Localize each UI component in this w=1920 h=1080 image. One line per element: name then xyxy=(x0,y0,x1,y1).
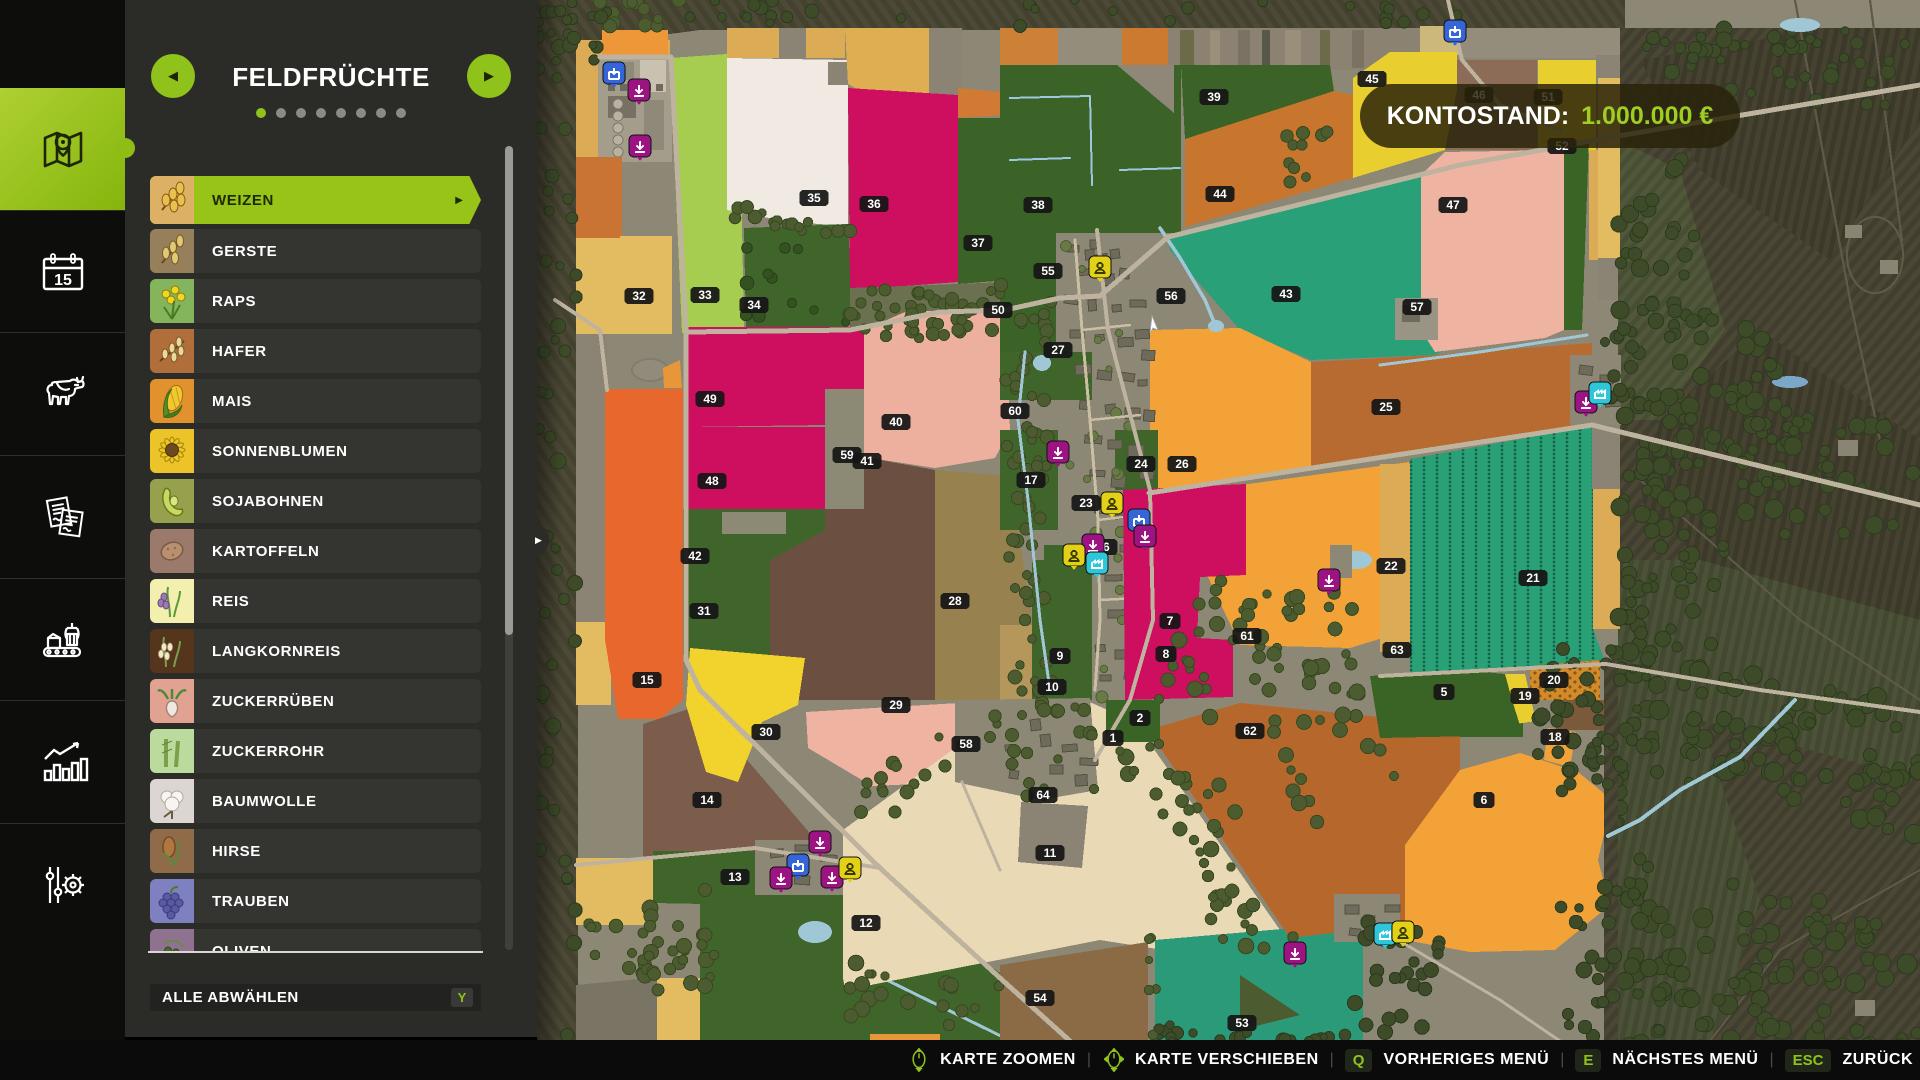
svg-text:50: 50 xyxy=(991,303,1005,317)
svg-text:61: 61 xyxy=(1240,629,1254,643)
svg-text:62: 62 xyxy=(1243,724,1257,738)
svg-text:64: 64 xyxy=(1036,788,1050,802)
svg-text:25: 25 xyxy=(1379,400,1393,414)
svg-text:37: 37 xyxy=(971,236,985,250)
svg-text:18: 18 xyxy=(1548,730,1562,744)
svg-text:31: 31 xyxy=(697,604,711,618)
svg-text:10: 10 xyxy=(1045,680,1059,694)
svg-text:13: 13 xyxy=(728,870,742,884)
svg-text:42: 42 xyxy=(688,549,702,563)
svg-text:58: 58 xyxy=(959,737,973,751)
svg-text:12: 12 xyxy=(859,916,873,930)
svg-text:1: 1 xyxy=(1110,731,1117,745)
svg-text:39: 39 xyxy=(1207,90,1221,104)
svg-text:30: 30 xyxy=(759,725,773,739)
svg-text:63: 63 xyxy=(1390,643,1404,657)
svg-text:56: 56 xyxy=(1164,289,1178,303)
svg-text:2: 2 xyxy=(1137,711,1144,725)
svg-text:14: 14 xyxy=(700,793,714,807)
svg-text:7: 7 xyxy=(1167,614,1174,628)
svg-text:48: 48 xyxy=(705,474,719,488)
svg-text:15: 15 xyxy=(54,272,72,289)
svg-text:32: 32 xyxy=(632,289,646,303)
svg-text:11: 11 xyxy=(1044,846,1057,860)
svg-text:36: 36 xyxy=(867,197,881,211)
svg-text:19: 19 xyxy=(1518,689,1532,703)
svg-text:23: 23 xyxy=(1079,496,1093,510)
svg-text:8: 8 xyxy=(1163,647,1170,661)
svg-text:60: 60 xyxy=(1008,404,1022,418)
svg-text:40: 40 xyxy=(889,415,903,429)
svg-text:35: 35 xyxy=(807,191,821,205)
svg-text:29: 29 xyxy=(889,698,903,712)
svg-text:9: 9 xyxy=(1057,649,1064,663)
svg-text:15: 15 xyxy=(640,673,654,687)
svg-text:59: 59 xyxy=(840,448,854,462)
svg-text:41: 41 xyxy=(860,454,874,468)
svg-text:54: 54 xyxy=(1033,991,1047,1005)
svg-text:17: 17 xyxy=(1024,473,1038,487)
svg-text:26: 26 xyxy=(1175,457,1189,471)
svg-text:5: 5 xyxy=(1441,685,1448,699)
svg-text:43: 43 xyxy=(1279,287,1293,301)
svg-text:57: 57 xyxy=(1410,300,1424,314)
svg-text:22: 22 xyxy=(1384,559,1398,573)
svg-text:24: 24 xyxy=(1134,457,1148,471)
svg-text:27: 27 xyxy=(1051,343,1065,357)
svg-text:28: 28 xyxy=(948,594,962,608)
svg-text:44: 44 xyxy=(1213,187,1227,201)
svg-text:6: 6 xyxy=(1481,793,1488,807)
svg-text:49: 49 xyxy=(703,392,717,406)
svg-text:21: 21 xyxy=(1526,571,1540,585)
svg-text:53: 53 xyxy=(1235,1016,1249,1030)
svg-text:55: 55 xyxy=(1041,264,1055,278)
svg-text:47: 47 xyxy=(1446,198,1460,212)
svg-text:45: 45 xyxy=(1365,72,1379,86)
svg-text:38: 38 xyxy=(1031,198,1045,212)
svg-text:20: 20 xyxy=(1547,673,1561,687)
svg-text:34: 34 xyxy=(747,298,761,312)
svg-text:33: 33 xyxy=(698,288,712,302)
